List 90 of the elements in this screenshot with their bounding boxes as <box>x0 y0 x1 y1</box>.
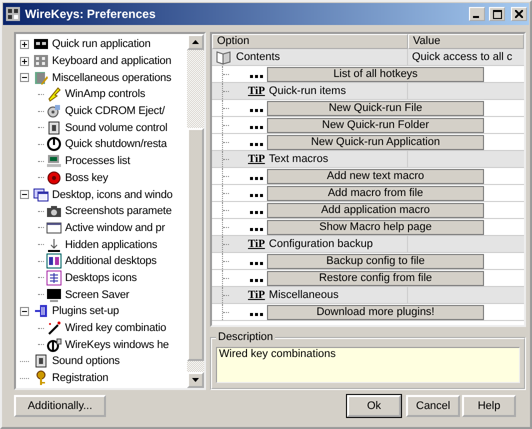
wand-icon <box>46 320 62 336</box>
ellipsis-icon <box>250 211 264 214</box>
action-button[interactable]: Add macro from file <box>267 186 484 200</box>
tree-item[interactable]: Desktops icons <box>65 272 137 284</box>
ellipsis-icon <box>250 143 264 146</box>
action-button[interactable]: New Quick-run File <box>267 100 484 116</box>
up-arrow-icon[interactable] <box>192 40 199 44</box>
ellipsis-icon <box>250 228 264 231</box>
tip-label: TiP <box>248 289 265 301</box>
tree-item[interactable]: Quick run application <box>52 38 151 50</box>
camera-icon <box>46 203 62 220</box>
monitor-icon <box>46 286 62 303</box>
action-button[interactable]: New Quick-run Folder <box>267 118 484 132</box>
group-label: Text macros <box>268 153 328 165</box>
tree-item[interactable]: Registration <box>52 372 108 384</box>
window-title: WireKeys: Preferences <box>25 7 157 21</box>
tree-item[interactable]: Keyboard and application <box>52 55 172 68</box>
ellipsis-icon <box>250 109 264 112</box>
scroll-thumb[interactable] <box>187 128 204 361</box>
ellipsis-icon <box>250 75 264 78</box>
collapse-icon[interactable] <box>20 190 29 200</box>
column-header[interactable]: Option <box>212 34 408 49</box>
tree-item[interactable]: Processes list <box>65 155 130 168</box>
tree-item[interactable]: Plugins set-up <box>52 305 119 318</box>
scrollbar[interactable] <box>187 34 204 388</box>
action-button[interactable]: Download more plugins! <box>267 304 484 320</box>
action-button[interactable]: Restore config from file <box>267 270 484 286</box>
ellipsis-icon <box>250 177 264 180</box>
ellipsis-icon <box>250 262 264 265</box>
tree-item[interactable]: Wired key combinatio <box>65 322 166 334</box>
expand-icon[interactable] <box>20 56 29 66</box>
tree-item[interactable]: Active window and pr <box>65 222 165 234</box>
dialog-button[interactable]: Ok <box>347 395 401 417</box>
tip-label: TiP <box>248 85 265 97</box>
tree-item[interactable]: Sound volume control <box>65 122 168 134</box>
dialog-button[interactable]: Help <box>462 395 516 417</box>
ellipsis-icon <box>250 313 264 316</box>
ellipsis-icon <box>250 279 264 282</box>
minimize-button[interactable] <box>469 7 485 21</box>
window-icon <box>46 220 62 236</box>
windows-icon <box>33 186 49 203</box>
disc-icon <box>46 103 62 120</box>
target-icon <box>46 170 62 186</box>
group-label: Quick-run items <box>268 85 346 97</box>
column-header[interactable]: Value <box>408 34 524 49</box>
action-button[interactable]: List of all hotkeys <box>267 66 484 82</box>
down-arrow-icon <box>46 236 62 253</box>
action-button[interactable]: Show Macro help page <box>267 220 484 234</box>
dialog-button[interactable]: Cancel <box>406 395 460 417</box>
plug-icon <box>33 303 49 320</box>
tree-item[interactable]: Sound options <box>52 355 120 368</box>
tree-item[interactable]: Screenshots paramete <box>65 205 172 218</box>
additionally-button[interactable]: Additionally... <box>14 395 106 417</box>
lightning-icon <box>46 86 62 102</box>
tree-item[interactable]: Miscellaneous operations <box>52 72 172 84</box>
grid-value: Quick access to all c <box>411 51 514 63</box>
tree-item[interactable]: Hidden applications <box>65 238 158 251</box>
tree-item[interactable]: Desktop, icons and windo <box>52 188 173 201</box>
ellipsis-icon <box>250 194 264 197</box>
description-text: Wired key combinations <box>216 346 520 383</box>
grid-label: Contents <box>236 51 280 63</box>
action-button[interactable]: Add application macro <box>267 202 484 218</box>
ellipsis-icon <box>250 126 264 129</box>
maximize-icon <box>492 10 502 18</box>
tree-item[interactable]: WireKeys windows he <box>65 338 169 351</box>
action-button[interactable]: New Quick-run Application <box>267 134 484 150</box>
tree-item[interactable]: Screen Saver <box>65 288 130 301</box>
collapse-icon[interactable] <box>20 306 29 316</box>
group-title: Description <box>216 330 276 343</box>
desktops-icon <box>46 253 62 270</box>
tree-item[interactable]: Additional desktops <box>65 255 157 268</box>
tree-item[interactable]: Quick shutdown/resta <box>65 138 167 150</box>
tree-item[interactable]: WinAmp controls <box>65 88 146 100</box>
tip-label: TiP <box>248 153 265 165</box>
group-label: Configuration backup <box>268 238 373 250</box>
expand-icon[interactable] <box>20 40 29 49</box>
power-icon <box>46 136 62 152</box>
grid-icon <box>46 270 62 286</box>
computer-icon <box>46 153 62 170</box>
action-button[interactable]: Backup config to file <box>267 254 484 268</box>
down-arrow-icon[interactable] <box>192 378 199 382</box>
action-button[interactable]: Add new text macro <box>267 168 484 184</box>
maximize-button[interactable] <box>489 7 505 21</box>
tip-label: TiP <box>248 238 265 250</box>
tree-item[interactable]: Boss key <box>65 172 108 184</box>
collapse-icon[interactable] <box>20 73 29 82</box>
tree-item[interactable]: Quick CDROM Eject/ <box>65 105 165 118</box>
close-button[interactable] <box>511 7 527 21</box>
close-icon <box>515 10 523 18</box>
group-label: Miscellaneous <box>268 289 339 301</box>
